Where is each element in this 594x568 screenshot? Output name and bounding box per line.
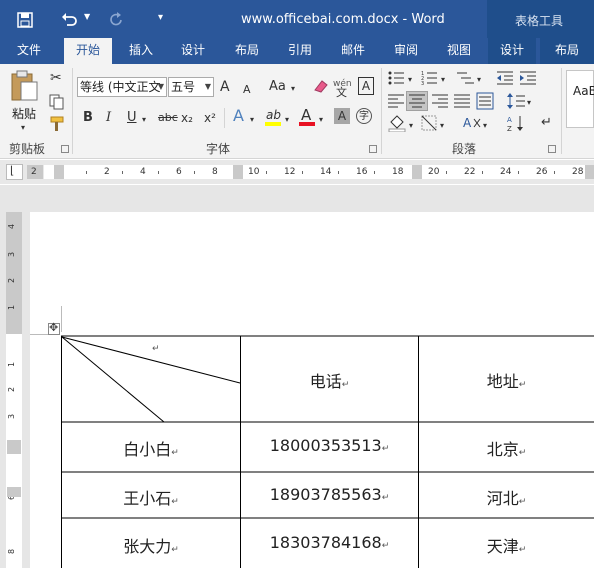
paragraph-mark: ↵ <box>171 545 179 555</box>
paragraph-mark: ↵ <box>381 541 390 551</box>
paragraph-mark: ↵ <box>381 444 390 454</box>
table-header-cell[interactable]: 地址↵ <box>419 368 594 392</box>
cell-text: 白小白 <box>123 440 172 459</box>
table-cell[interactable]: 北京↵ <box>419 436 594 460</box>
paragraph-mark: ↵ <box>171 448 179 458</box>
paragraph-mark: ↵ <box>518 545 527 555</box>
cell-text: 天津 <box>486 537 519 556</box>
table-cell[interactable]: 张大力↵ <box>62 533 240 557</box>
table-cell[interactable]: 河北↵ <box>419 485 594 509</box>
cell-text: 北京 <box>486 440 519 459</box>
paragraph-mark: ↵ <box>518 380 527 390</box>
cell-text: 王小石 <box>123 489 172 508</box>
cell-text: 电话 <box>309 372 342 391</box>
cell-text: 张大力 <box>123 537 172 556</box>
cell-text: 河北 <box>486 489 519 508</box>
table-cell[interactable]: 18903785563↵ <box>241 485 418 504</box>
paragraph-mark: ↵ <box>518 497 527 507</box>
cell-text: 地址 <box>486 372 519 391</box>
table-grid <box>61 335 594 568</box>
paragraph-mark: ↵ <box>171 497 179 507</box>
cell-text: 18000353513 <box>269 436 382 455</box>
table-cell[interactable]: 18000353513↵ <box>241 436 418 455</box>
paragraph-mark: ↵ <box>381 493 390 503</box>
table-cell[interactable]: 王小石↵ <box>62 485 240 509</box>
paragraph-mark: ↵ <box>518 448 527 458</box>
cell-text: 18303784168 <box>269 533 382 552</box>
table-cell[interactable]: 18303784168↵ <box>241 533 418 552</box>
table-cell[interactable]: 白小白↵ <box>62 436 240 460</box>
paragraph-mark: ↵ <box>341 380 350 390</box>
paragraph-mark: ↵ <box>152 344 160 354</box>
cell-text: 18903785563 <box>269 485 382 504</box>
table-cell[interactable]: 天津↵ <box>419 533 594 557</box>
table-header-cell[interactable]: 电话↵ <box>241 368 418 392</box>
